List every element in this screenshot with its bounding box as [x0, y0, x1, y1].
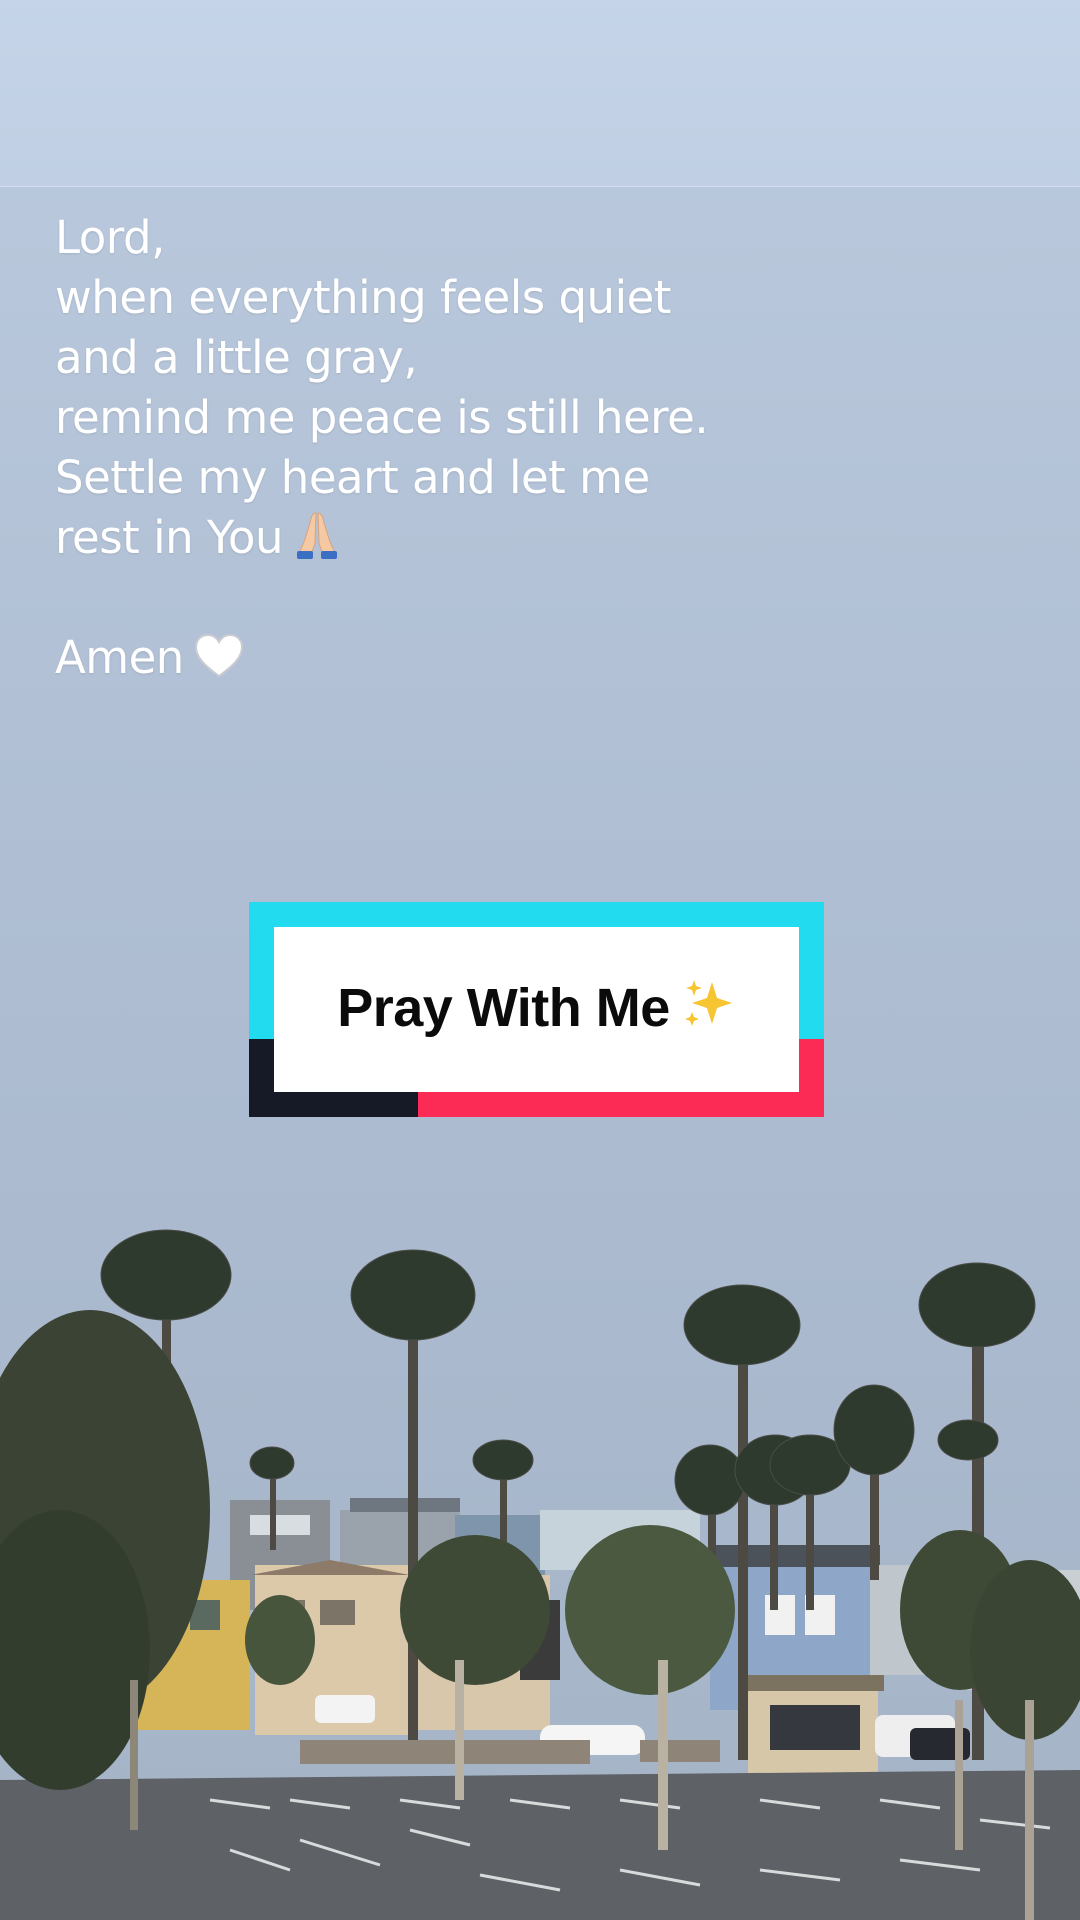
video-frame: Lord, when everything feels quiet and a … — [0, 0, 1080, 1920]
white-heart-icon — [194, 633, 244, 694]
caption-line-2: when everything feels quiet — [55, 271, 671, 324]
praying-hands-icon — [291, 509, 343, 574]
closing-line-wrapper: Amen — [55, 628, 955, 688]
caption-line-5: Settle my heart and let me — [55, 451, 650, 504]
background-scenery — [0, 1229, 1080, 1920]
caption-line-6-wrapper: rest in You — [55, 508, 955, 568]
top-sky-band — [0, 0, 1080, 187]
prayer-caption: Lord, when everything feels quiet and a … — [55, 208, 955, 688]
sparkles-icon — [682, 976, 736, 1043]
pray-with-me-title-card: Pray With Me — [249, 902, 824, 1117]
closing-text: Amen — [55, 631, 184, 684]
title-label: Pray With Me — [337, 978, 670, 1038]
caption-line-6: rest in You — [55, 511, 283, 564]
caption-line-4: remind me peace is still here. — [55, 391, 709, 444]
caption-line-3: and a little gray, — [55, 331, 418, 384]
card-inner-panel: Pray With Me — [274, 927, 799, 1092]
caption-line-1: Lord, — [55, 211, 165, 264]
title-label-wrapper: Pray With Me — [337, 976, 736, 1043]
